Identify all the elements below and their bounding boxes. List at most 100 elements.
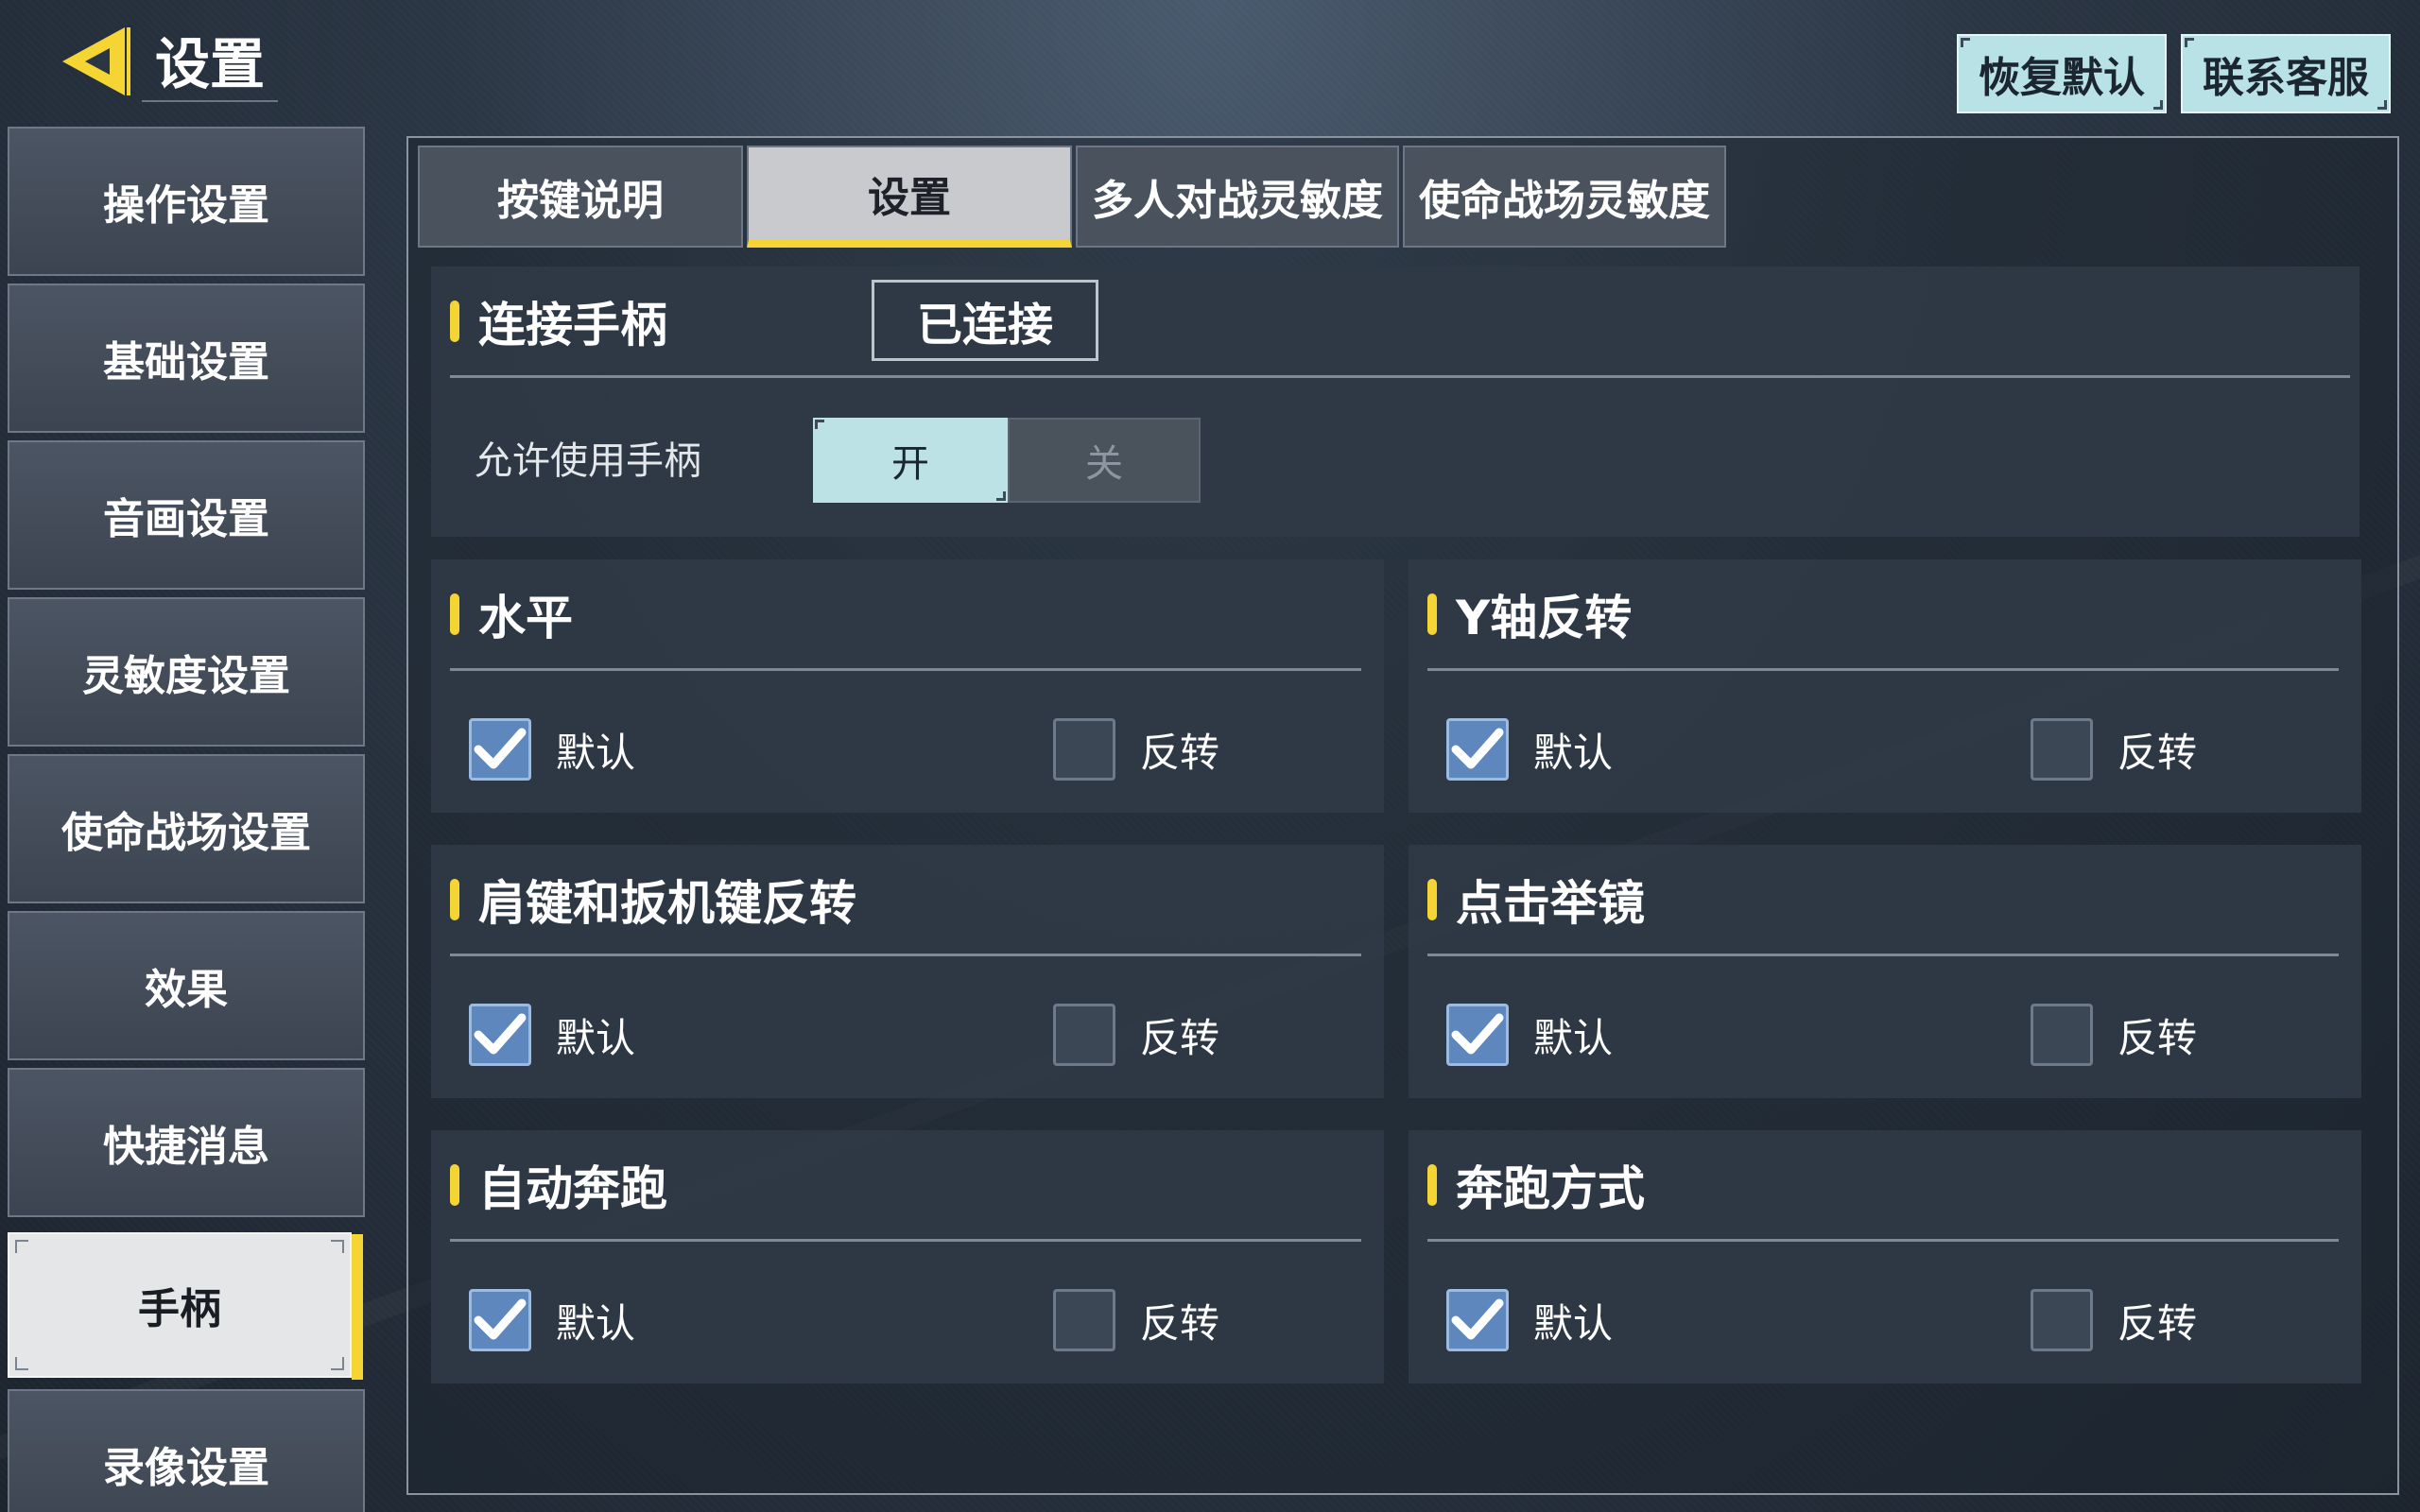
corner-mark bbox=[815, 420, 824, 429]
default-label: 默认 bbox=[1533, 1299, 1614, 1347]
card-header: 连接手柄 bbox=[450, 266, 2350, 378]
default-label: 默认 bbox=[556, 729, 636, 776]
option-card-y-axis-invert: Y轴反转 默认 反转 bbox=[1409, 559, 2361, 813]
contact-service-label: 联系客服 bbox=[2203, 54, 2369, 102]
restore-default-label: 恢复默认 bbox=[1979, 54, 2145, 102]
card-header: 点击举镜 bbox=[1427, 845, 2339, 956]
toggle-off-option[interactable]: 关 bbox=[1008, 418, 1201, 503]
checkmark-icon bbox=[473, 1296, 527, 1345]
section-marker bbox=[450, 878, 459, 920]
sidebar-item-label: 手柄 bbox=[138, 1285, 221, 1333]
option-card-sprint-mode: 奔跑方式 默认 反转 bbox=[1409, 1130, 2361, 1383]
controller-card: 连接手柄 bbox=[431, 266, 2360, 537]
option-card-shoulder-trigger-invert: 肩键和扳机键反转 默认 反转 bbox=[431, 845, 1384, 1098]
invert-option[interactable]: 反转 bbox=[2031, 1004, 2197, 1066]
tab-battle-royale-sensitivity[interactable]: 使命战场灵敏度 bbox=[1403, 146, 1726, 248]
section-marker bbox=[1427, 878, 1437, 920]
sidebar: 操作设置 基础设置 音画设置 灵敏度设置 使命战场设置 效果 快捷消息 手柄 录… bbox=[8, 127, 365, 1512]
sidebar-item-label: 基础设置 bbox=[103, 338, 269, 387]
option-card-tap-to-aim: 点击举镜 默认 反转 bbox=[1409, 845, 2361, 1098]
card-title: Y轴反转 bbox=[1456, 590, 1633, 645]
tab-label: 按键说明 bbox=[497, 177, 664, 225]
sidebar-item-quick-messages[interactable]: 快捷消息 bbox=[8, 1068, 365, 1217]
allow-controller-label: 允许使用手柄 bbox=[475, 439, 701, 483]
corner-mark bbox=[2153, 100, 2163, 110]
option-card-auto-sprint: 自动奔跑 默认 反转 bbox=[431, 1130, 1384, 1383]
default-option[interactable]: 默认 bbox=[1446, 718, 1613, 781]
toggle-on-label: 开 bbox=[891, 442, 929, 486]
page-title: 设置 bbox=[142, 26, 279, 102]
section-marker bbox=[450, 1163, 459, 1206]
corner-mark bbox=[1961, 38, 1970, 47]
contact-service-button[interactable]: 联系客服 bbox=[2181, 34, 2391, 113]
section-marker bbox=[1427, 593, 1437, 635]
allow-controller-toggle[interactable]: 开 关 bbox=[813, 418, 1201, 503]
invert-checkbox[interactable] bbox=[2031, 1289, 2093, 1351]
default-checkbox[interactable] bbox=[469, 1004, 531, 1066]
section-marker bbox=[450, 593, 459, 635]
default-checkbox[interactable] bbox=[1446, 718, 1509, 781]
default-checkbox[interactable] bbox=[1446, 1289, 1509, 1351]
invert-label: 反转 bbox=[1140, 1014, 1220, 1061]
invert-checkbox[interactable] bbox=[2031, 718, 2093, 781]
sidebar-item-controls[interactable]: 操作设置 bbox=[8, 127, 365, 276]
default-checkbox[interactable] bbox=[1446, 1004, 1509, 1066]
bracket-mark bbox=[15, 1240, 28, 1253]
invert-label: 反转 bbox=[2118, 1299, 2198, 1347]
sidebar-item-label: 操作设置 bbox=[103, 181, 269, 230]
card-title: 水平 bbox=[478, 590, 573, 645]
tab-label: 多人对战灵敏度 bbox=[1092, 177, 1383, 225]
invert-option[interactable]: 反转 bbox=[1053, 718, 1219, 781]
bracket-mark bbox=[331, 1240, 344, 1253]
restore-default-button[interactable]: 恢复默认 bbox=[1957, 34, 2167, 113]
connection-status-button[interactable]: 已连接 bbox=[872, 280, 1098, 361]
tab-settings[interactable]: 设置 bbox=[747, 146, 1072, 248]
tab-multiplayer-sensitivity[interactable]: 多人对战灵敏度 bbox=[1076, 146, 1399, 248]
invert-checkbox[interactable] bbox=[1053, 1004, 1115, 1066]
default-option[interactable]: 默认 bbox=[469, 718, 635, 781]
invert-label: 反转 bbox=[1140, 1299, 1220, 1347]
sidebar-item-effects[interactable]: 效果 bbox=[8, 911, 365, 1060]
invert-option[interactable]: 反转 bbox=[2031, 1289, 2197, 1351]
card-title: 点击举镜 bbox=[1456, 875, 1645, 931]
invert-checkbox[interactable] bbox=[2031, 1004, 2093, 1066]
checkmark-icon bbox=[473, 1010, 527, 1059]
sidebar-item-label: 录像设置 bbox=[103, 1444, 269, 1492]
option-card-horizontal: 水平 默认 反转 bbox=[431, 559, 1384, 813]
default-option[interactable]: 默认 bbox=[1446, 1289, 1613, 1351]
sidebar-item-audio-video[interactable]: 音画设置 bbox=[8, 440, 365, 590]
default-label: 默认 bbox=[556, 1014, 636, 1061]
sidebar-item-battle-royale[interactable]: 使命战场设置 bbox=[8, 754, 365, 903]
invert-option[interactable]: 反转 bbox=[2031, 718, 2197, 781]
section-marker bbox=[1427, 1163, 1437, 1206]
default-option[interactable]: 默认 bbox=[469, 1004, 635, 1066]
section-marker bbox=[450, 300, 459, 342]
card-title: 奔跑方式 bbox=[1456, 1160, 1645, 1216]
card-header: 自动奔跑 bbox=[450, 1130, 1361, 1242]
tab-label: 使命战场灵敏度 bbox=[1419, 177, 1710, 225]
invert-option[interactable]: 反转 bbox=[1053, 1004, 1219, 1066]
default-option[interactable]: 默认 bbox=[469, 1289, 635, 1351]
default-checkbox[interactable] bbox=[469, 718, 531, 781]
checkmark-icon bbox=[473, 725, 527, 774]
sidebar-item-label: 使命战场设置 bbox=[61, 809, 311, 857]
default-checkbox[interactable] bbox=[469, 1289, 531, 1351]
bracket-mark bbox=[15, 1357, 28, 1370]
sidebar-item-basic[interactable]: 基础设置 bbox=[8, 284, 365, 433]
default-option[interactable]: 默认 bbox=[1446, 1004, 1613, 1066]
back-arrow-icon[interactable] bbox=[57, 21, 132, 102]
invert-label: 反转 bbox=[2118, 729, 2198, 776]
checkmark-icon bbox=[1450, 1296, 1505, 1345]
sidebar-item-recording[interactable]: 录像设置 bbox=[8, 1389, 365, 1512]
invert-checkbox[interactable] bbox=[1053, 718, 1115, 781]
tab-button-guide[interactable]: 按键说明 bbox=[418, 146, 743, 248]
card-title: 自动奔跑 bbox=[478, 1160, 667, 1216]
invert-checkbox[interactable] bbox=[1053, 1289, 1115, 1351]
invert-option[interactable]: 反转 bbox=[1053, 1289, 1219, 1351]
corner-mark bbox=[2377, 100, 2387, 110]
sidebar-item-sensitivity[interactable]: 灵敏度设置 bbox=[8, 597, 365, 747]
sidebar-item-controller[interactable]: 手柄 bbox=[8, 1232, 363, 1380]
toggle-on-option[interactable]: 开 bbox=[813, 418, 1008, 503]
corner-mark bbox=[2185, 38, 2194, 47]
card-title: 连接手柄 bbox=[478, 297, 667, 352]
